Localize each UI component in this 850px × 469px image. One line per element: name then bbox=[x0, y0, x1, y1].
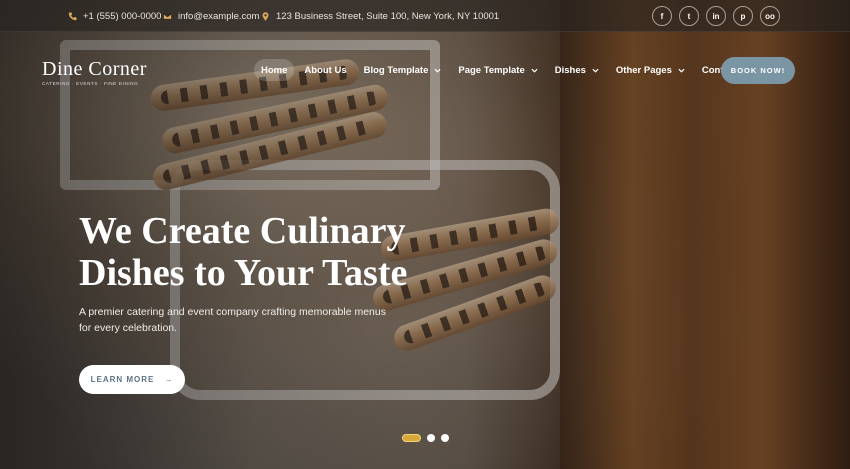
twitter-icon[interactable]: t bbox=[679, 6, 699, 26]
facebook-icon[interactable]: f bbox=[652, 6, 672, 26]
nav-item-blog-template[interactable]: Blog Template bbox=[357, 59, 449, 81]
site-logo[interactable]: Dine Corner CATERING · EVENTS · FINE DIN… bbox=[42, 59, 147, 86]
phone-icon bbox=[68, 11, 77, 20]
hero-headline-line1: We Create Culinary bbox=[79, 210, 406, 252]
linkedin-icon[interactable]: in bbox=[706, 6, 726, 26]
chevron-down-icon bbox=[678, 68, 685, 73]
nav-item-label: Other Pages bbox=[615, 64, 672, 76]
book-now-button[interactable]: BOOK NOW! bbox=[721, 57, 795, 84]
pinterest-icon[interactable]: p bbox=[733, 6, 753, 26]
email-address: info@example.com bbox=[178, 10, 260, 22]
tripadvisor-icon[interactable]: oo bbox=[760, 6, 780, 26]
top-info-bar: +1 (555) 000-0000 info@example.com 123 B… bbox=[0, 0, 850, 32]
slider-pagination bbox=[402, 434, 449, 442]
chevron-down-icon bbox=[592, 68, 599, 73]
nav-item-page-template[interactable]: Page Template bbox=[451, 59, 544, 81]
slider-dot-1[interactable] bbox=[402, 434, 421, 442]
slider-dot-2[interactable] bbox=[427, 434, 435, 442]
map-pin-icon bbox=[262, 11, 269, 21]
slider-dot-3[interactable] bbox=[441, 434, 449, 442]
address-info: 123 Business Street, Suite 100, New York… bbox=[261, 0, 499, 32]
nav-item-about-us[interactable]: About Us bbox=[297, 59, 353, 81]
email-info[interactable]: info@example.com bbox=[163, 0, 259, 32]
nav-item-label: Page Template bbox=[458, 64, 525, 76]
logo-name: Dine Corner bbox=[42, 58, 147, 80]
logo-tagline: CATERING · EVENTS · FINE DINING bbox=[42, 81, 139, 86]
address-text: 123 Business Street, Suite 100, New York… bbox=[276, 10, 500, 22]
nav-item-label: About Us bbox=[304, 64, 347, 76]
hero-subtitle: A premier catering and event company cra… bbox=[79, 306, 386, 334]
nav-item-home[interactable]: Home bbox=[254, 59, 295, 81]
learn-more-button[interactable]: LEARN MORE → bbox=[79, 365, 185, 394]
arrow-right-icon: → bbox=[164, 375, 174, 384]
phone-number: +1 (555) 000-0000 bbox=[83, 10, 162, 22]
hero-headline-line2: Dishes to Your Taste bbox=[79, 252, 408, 294]
learn-more-label: LEARN MORE bbox=[90, 375, 155, 384]
main-nav: Home About Us Blog Template Page Templat… bbox=[254, 59, 759, 81]
phone-info[interactable]: +1 (555) 000-0000 bbox=[68, 0, 161, 32]
chevron-down-icon bbox=[531, 68, 538, 73]
nav-item-label: Dishes bbox=[554, 64, 586, 76]
social-links: f t in p oo bbox=[652, 6, 780, 26]
chevron-down-icon bbox=[434, 68, 441, 73]
hero-headline: We Create Culinary Dishes to Your Taste bbox=[79, 210, 499, 294]
nav-item-other-pages[interactable]: Other Pages bbox=[609, 59, 692, 81]
nav-item-dishes[interactable]: Dishes bbox=[548, 59, 606, 81]
nav-item-label: Blog Template bbox=[363, 64, 429, 76]
envelope-icon bbox=[163, 12, 172, 20]
nav-item-label: Home bbox=[261, 64, 288, 76]
